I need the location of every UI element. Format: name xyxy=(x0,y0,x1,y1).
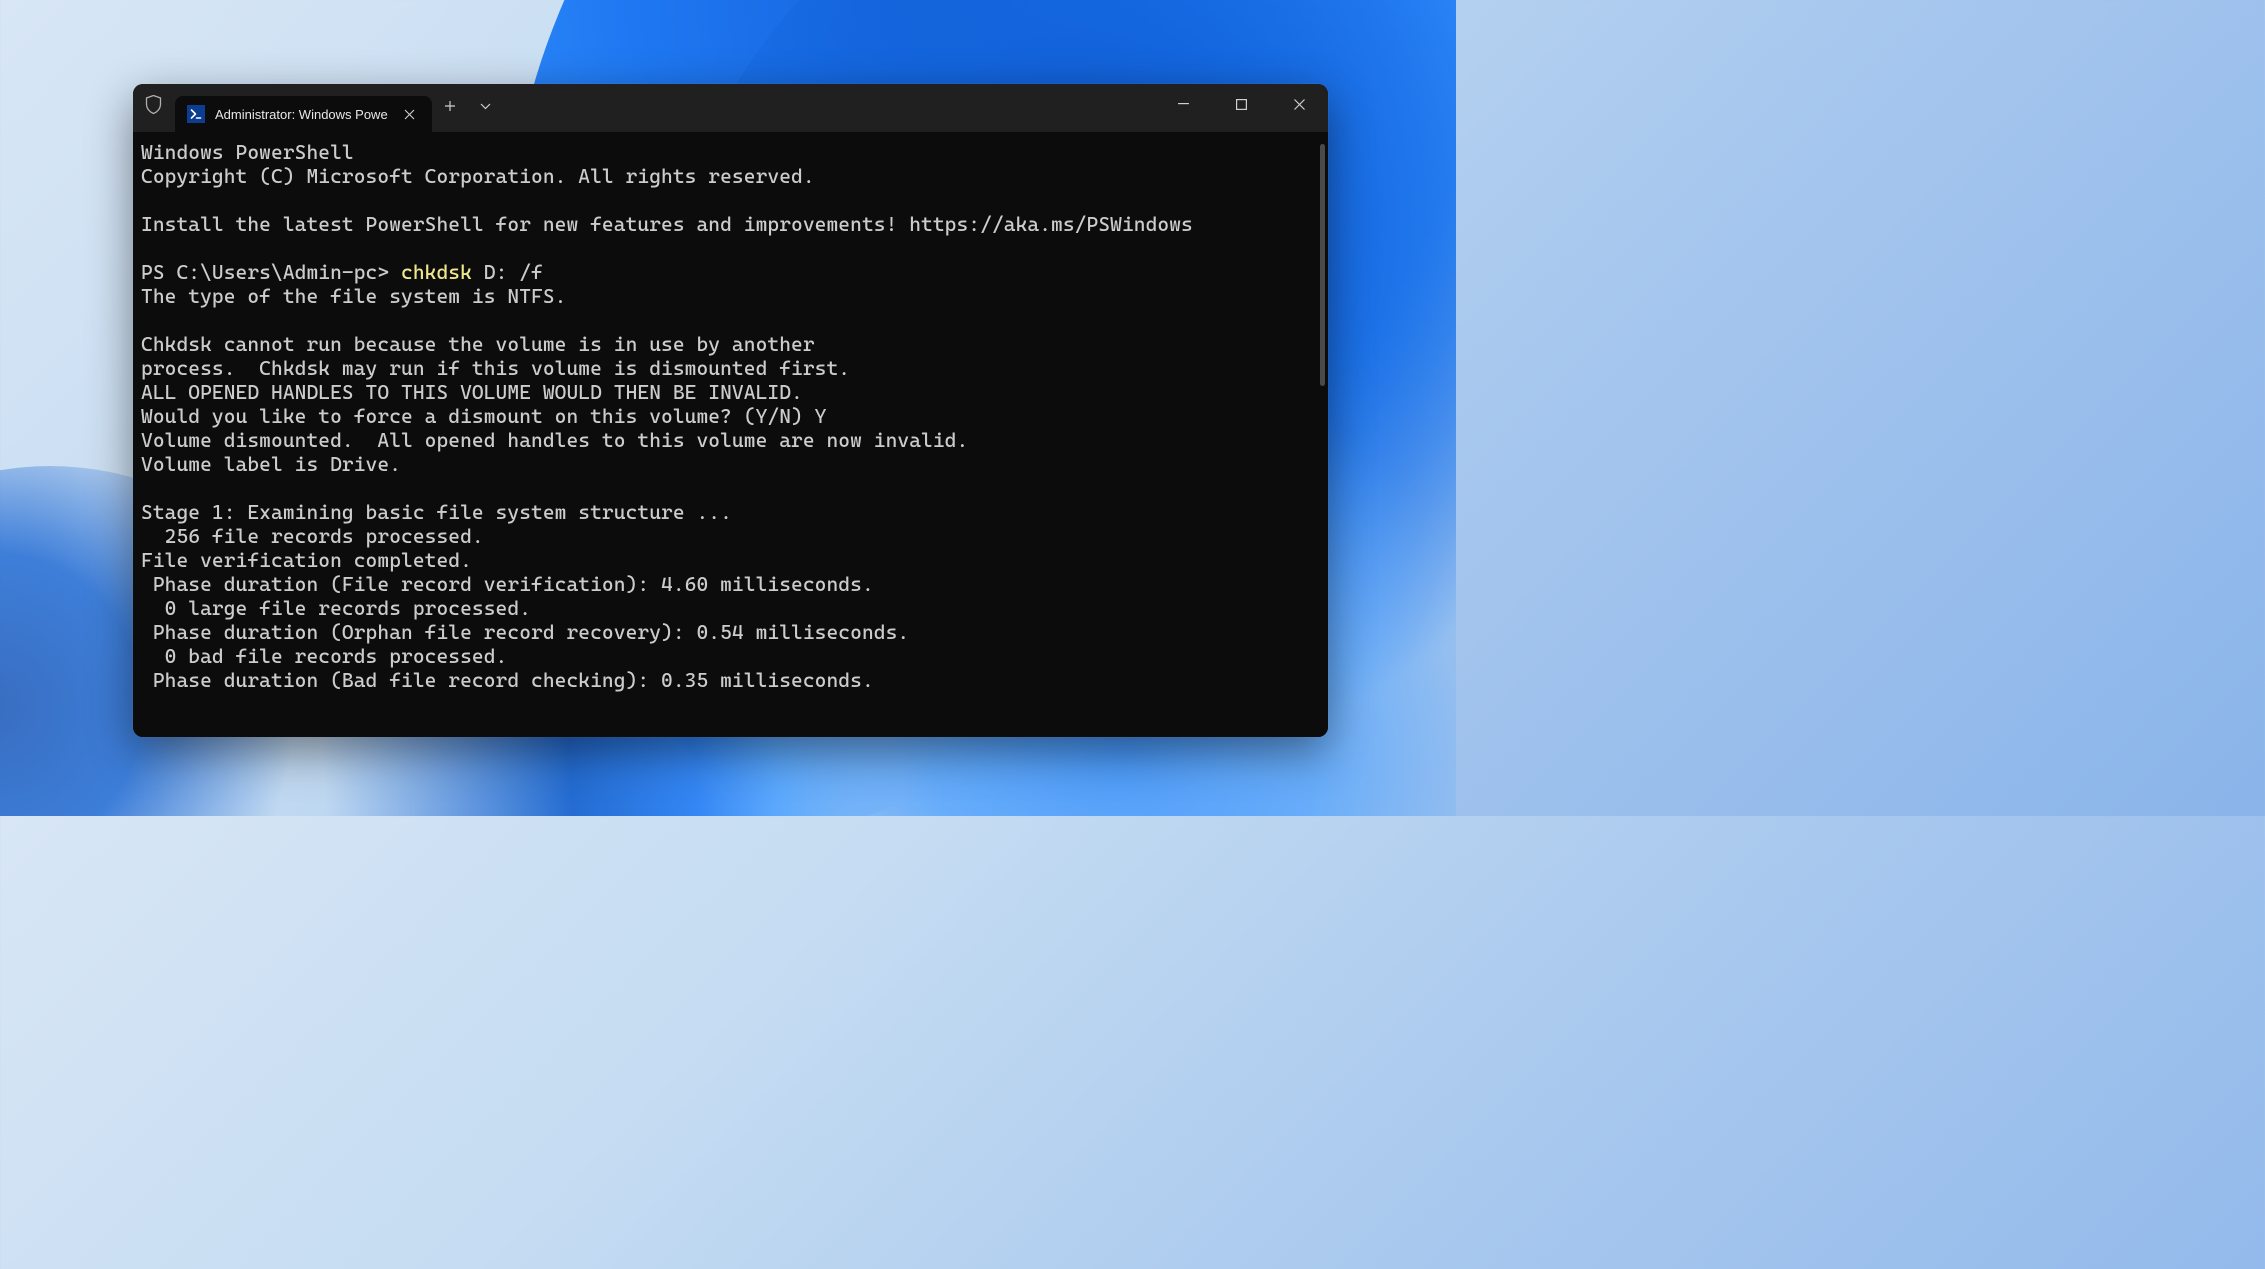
scrollbar[interactable] xyxy=(1320,144,1325,386)
tab[interactable]: Administrator: Windows Powe xyxy=(175,96,432,132)
terminal-body[interactable]: Windows PowerShell Copyright (C) Microso… xyxy=(133,132,1328,737)
admin-shield-icon xyxy=(133,84,173,132)
minimize-button[interactable] xyxy=(1154,84,1212,124)
terminal-output[interactable]: Windows PowerShell Copyright (C) Microso… xyxy=(141,140,1320,692)
maximize-button[interactable] xyxy=(1212,84,1270,124)
tab-dropdown-button[interactable] xyxy=(468,90,504,122)
tab-close-button[interactable] xyxy=(398,102,422,126)
terminal-window: Administrator: Windows Powe xyxy=(133,84,1328,737)
powershell-icon xyxy=(187,105,205,123)
new-tab-button[interactable] xyxy=(432,90,468,122)
titlebar[interactable]: Administrator: Windows Powe xyxy=(133,84,1328,132)
close-button[interactable] xyxy=(1270,84,1328,124)
tab-title: Administrator: Windows Powe xyxy=(215,107,388,122)
